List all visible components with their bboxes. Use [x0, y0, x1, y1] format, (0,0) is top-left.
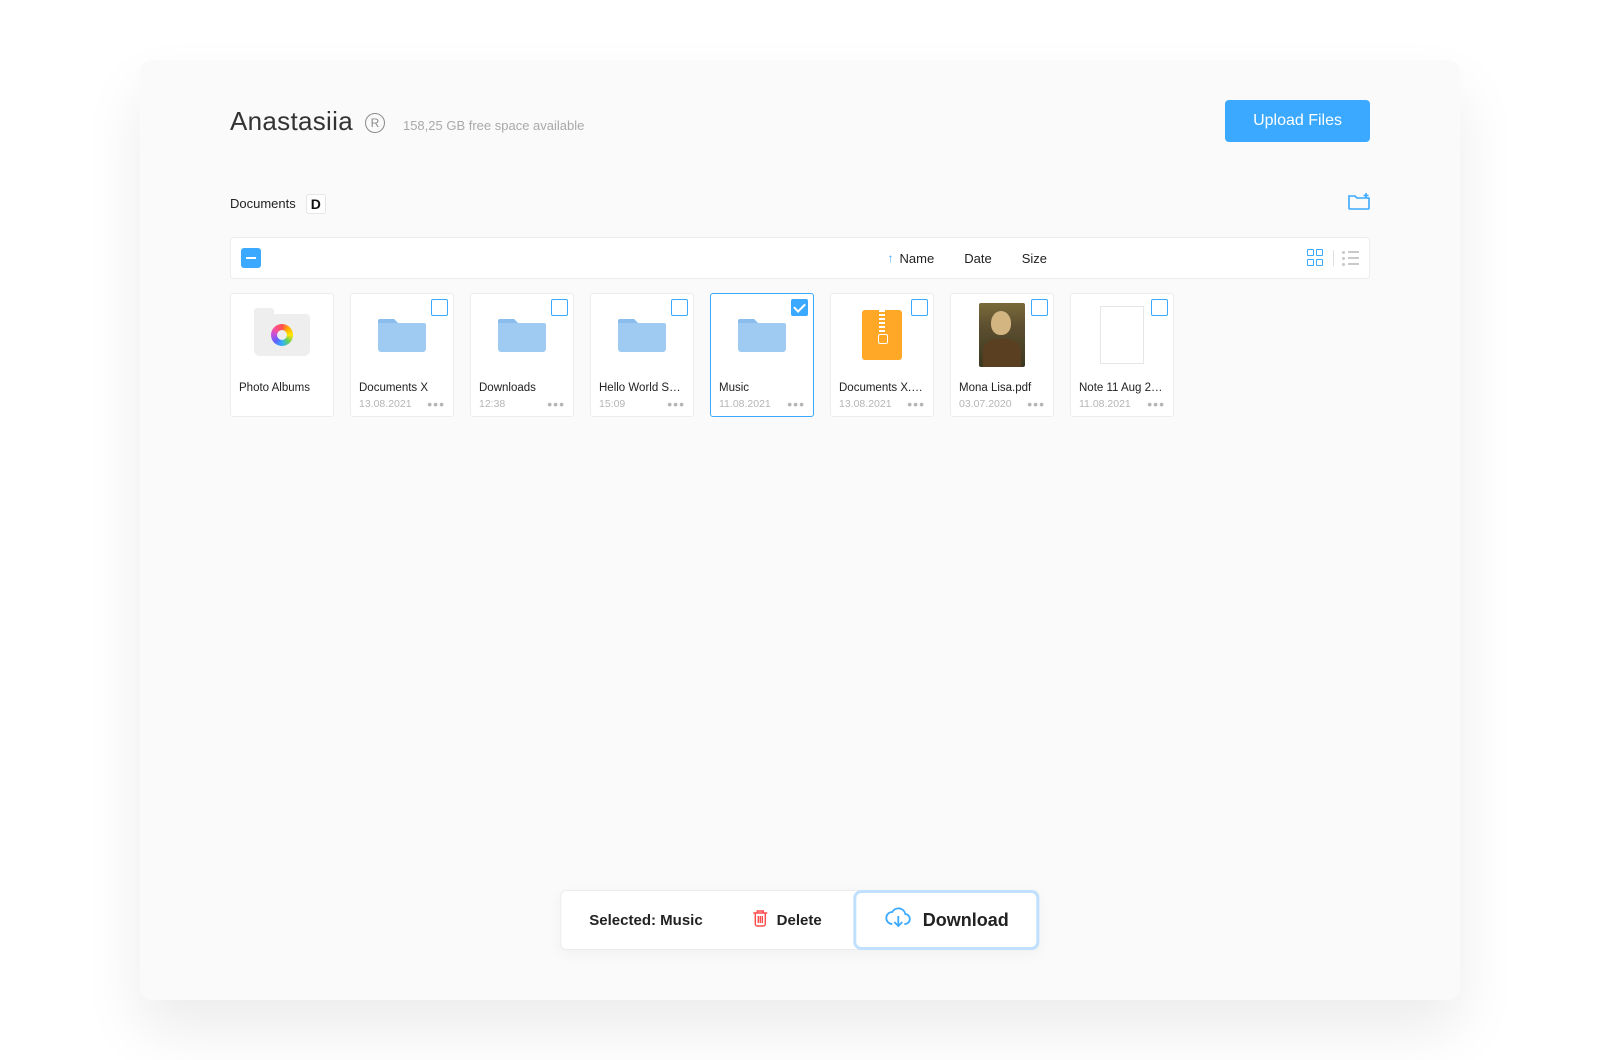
note-file-icon — [1100, 306, 1144, 364]
file-card[interactable]: Photo Albums ••• — [230, 293, 334, 417]
action-bar: Selected: Music Delete Download — [560, 890, 1039, 950]
file-name: Mona Lisa.pdf — [959, 382, 1045, 394]
file-date: 03.07.2020 — [959, 398, 1012, 410]
breadcrumb-row: Documents D — [230, 192, 1370, 215]
file-checkbox[interactable] — [1031, 299, 1048, 316]
file-checkbox[interactable] — [1151, 299, 1168, 316]
header-left: Anastasiia R 158,25 GB free space availa… — [230, 106, 584, 137]
selected-prefix: Selected: — [589, 912, 660, 929]
file-name: Downloads — [479, 382, 565, 394]
sort-by-size[interactable]: Size — [1022, 251, 1047, 266]
app-panel: Anastasiia R 158,25 GB free space availa… — [140, 60, 1460, 1000]
file-card[interactable]: Documents X.zip 13.08.2021 ••• — [830, 293, 934, 417]
new-folder-icon[interactable] — [1348, 192, 1370, 215]
file-thumbnail — [231, 294, 333, 376]
selected-summary: Selected: Music — [561, 912, 730, 929]
file-name: Photo Albums — [239, 382, 325, 394]
file-checkbox[interactable] — [791, 299, 808, 316]
file-thumbnail — [711, 294, 813, 376]
file-name: Hello World Sour... — [599, 382, 685, 394]
download-button[interactable]: Download — [854, 890, 1040, 950]
file-date: 15:09 — [599, 398, 625, 410]
free-space-text: 158,25 GB free space available — [403, 118, 584, 133]
delete-button[interactable]: Delete — [731, 909, 844, 931]
file-checkbox[interactable] — [551, 299, 568, 316]
col-name-label: Name — [900, 251, 935, 266]
breadcrumb-label: Documents — [230, 196, 296, 211]
grid-view-icon[interactable] — [1307, 249, 1325, 267]
file-name: Note 11 Aug 202... — [1079, 382, 1165, 394]
upload-files-button[interactable]: Upload Files — [1225, 100, 1370, 142]
registered-badge-icon: R — [365, 113, 385, 133]
more-options-icon[interactable]: ••• — [787, 400, 805, 408]
more-options-icon[interactable]: ••• — [1147, 400, 1165, 408]
file-card[interactable]: Mona Lisa.pdf 03.07.2020 ••• — [950, 293, 1054, 417]
file-name: Documents X — [359, 382, 445, 394]
file-thumbnail — [1071, 294, 1173, 376]
file-checkbox[interactable] — [431, 299, 448, 316]
more-options-icon[interactable]: ••• — [907, 400, 925, 408]
file-thumbnail — [591, 294, 693, 376]
file-name: Documents X.zip — [839, 382, 925, 394]
view-separator — [1333, 250, 1334, 266]
file-card[interactable]: Documents X 13.08.2021 ••• — [350, 293, 454, 417]
file-card[interactable]: Note 11 Aug 202... 11.08.2021 ••• — [1070, 293, 1174, 417]
download-label: Download — [923, 910, 1009, 931]
trash-icon — [753, 909, 769, 931]
file-thumbnail — [831, 294, 933, 376]
header: Anastasiia R 158,25 GB free space availa… — [230, 100, 1370, 142]
file-date: 12:38 — [479, 398, 505, 410]
file-name: Music — [719, 382, 805, 394]
file-card[interactable]: Music 11.08.2021 ••• — [710, 293, 814, 417]
documents-icon: D — [306, 194, 326, 214]
folder-icon — [738, 313, 786, 358]
column-headers: ↑ Name Date Size — [888, 251, 1047, 266]
folder-icon — [618, 313, 666, 358]
file-card[interactable]: Downloads 12:38 ••• — [470, 293, 574, 417]
sort-by-date[interactable]: Date — [964, 251, 991, 266]
file-checkbox[interactable] — [671, 299, 688, 316]
delete-label: Delete — [777, 912, 822, 929]
zip-file-icon — [862, 310, 902, 360]
more-options-icon[interactable]: ••• — [547, 400, 565, 408]
more-options-icon[interactable]: ••• — [667, 400, 685, 408]
photos-folder-icon — [254, 314, 310, 356]
file-card[interactable]: Hello World Sour... 15:09 ••• — [590, 293, 694, 417]
username: Anastasiia — [230, 106, 353, 137]
file-date: 11.08.2021 — [1079, 398, 1131, 410]
image-thumbnail — [979, 303, 1025, 367]
file-date: 11.08.2021 — [719, 398, 771, 410]
file-thumbnail — [471, 294, 573, 376]
select-all-toggle[interactable] — [241, 248, 261, 268]
file-thumbnail — [351, 294, 453, 376]
file-grid: Photo Albums ••• Documents X 13.08.2021 … — [230, 293, 1370, 417]
folder-icon — [498, 313, 546, 358]
file-thumbnail — [951, 294, 1053, 376]
folder-icon — [378, 313, 426, 358]
sort-by-name[interactable]: ↑ Name — [888, 251, 935, 266]
selected-item-name: Music — [660, 912, 703, 929]
sort-ascending-icon: ↑ — [888, 251, 894, 265]
breadcrumb[interactable]: Documents D — [230, 194, 326, 214]
more-options-icon[interactable]: ••• — [1027, 400, 1045, 408]
file-date: 13.08.2021 — [839, 398, 892, 410]
toolbar: ↑ Name Date Size — [230, 237, 1370, 279]
cloud-download-icon — [885, 907, 913, 934]
more-options-icon[interactable]: ••• — [427, 400, 445, 408]
minus-icon — [246, 257, 256, 259]
view-toggles — [1307, 249, 1359, 267]
file-checkbox[interactable] — [911, 299, 928, 316]
list-view-icon[interactable] — [1342, 251, 1359, 266]
file-date: 13.08.2021 — [359, 398, 412, 410]
